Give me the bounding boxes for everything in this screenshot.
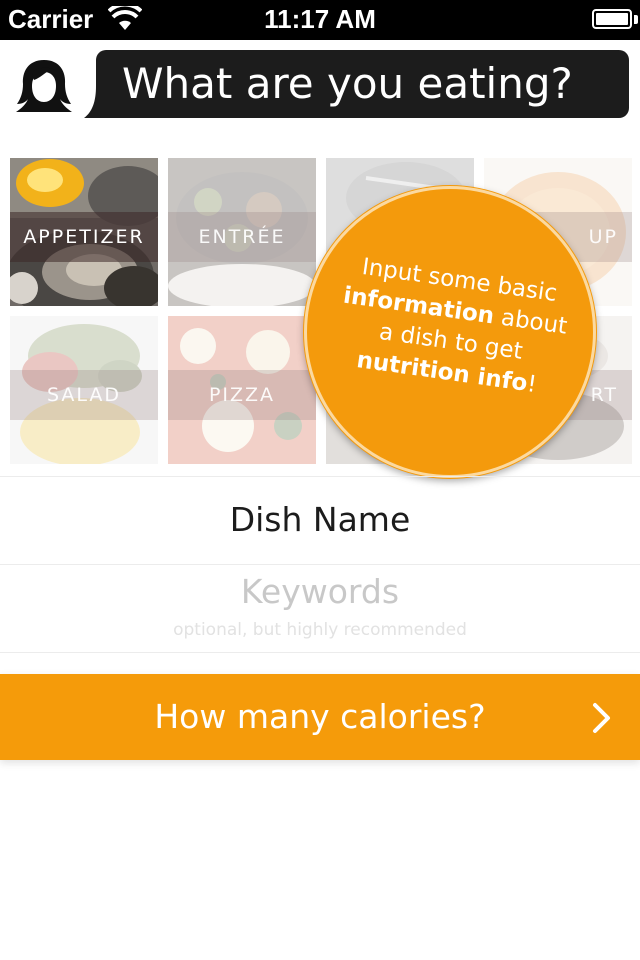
- category-label: APPETIZER: [23, 226, 145, 248]
- category-label: SALAD: [46, 384, 122, 406]
- onboarding-tooltip[interactable]: Input some basic information about a dis…: [304, 186, 596, 478]
- category-tile-appetizer[interactable]: APPETIZER: [10, 158, 158, 306]
- category-tile-pizza[interactable]: PIZZA: [168, 316, 316, 464]
- keywords-hint: optional, but highly recommended: [173, 620, 467, 640]
- keywords-input[interactable]: Keywords: [0, 572, 640, 611]
- divider: [0, 652, 640, 653]
- dish-name-input[interactable]: Dish Name: [0, 476, 640, 564]
- status-time: 11:17 AM: [264, 4, 376, 34]
- category-tile-entree[interactable]: ENTRÉE: [168, 158, 316, 306]
- calories-button-label: How many calories?: [154, 697, 486, 736]
- chevron-right-icon: [593, 703, 610, 733]
- battery-icon: [592, 9, 632, 29]
- tooltip-line: !: [525, 371, 539, 399]
- question-bubble: What are you eating?: [96, 50, 629, 118]
- category-label: ENTRÉE: [198, 226, 286, 248]
- status-bar: Carrier 11:17 AM: [0, 0, 640, 40]
- calories-button[interactable]: How many calories?: [0, 674, 640, 760]
- woman-silhouette-icon: [16, 60, 72, 112]
- battery-tip: [634, 15, 638, 24]
- divider: [0, 564, 640, 565]
- category-label: PIZZA: [208, 384, 276, 406]
- category-tile-salad[interactable]: SALAD: [10, 316, 158, 464]
